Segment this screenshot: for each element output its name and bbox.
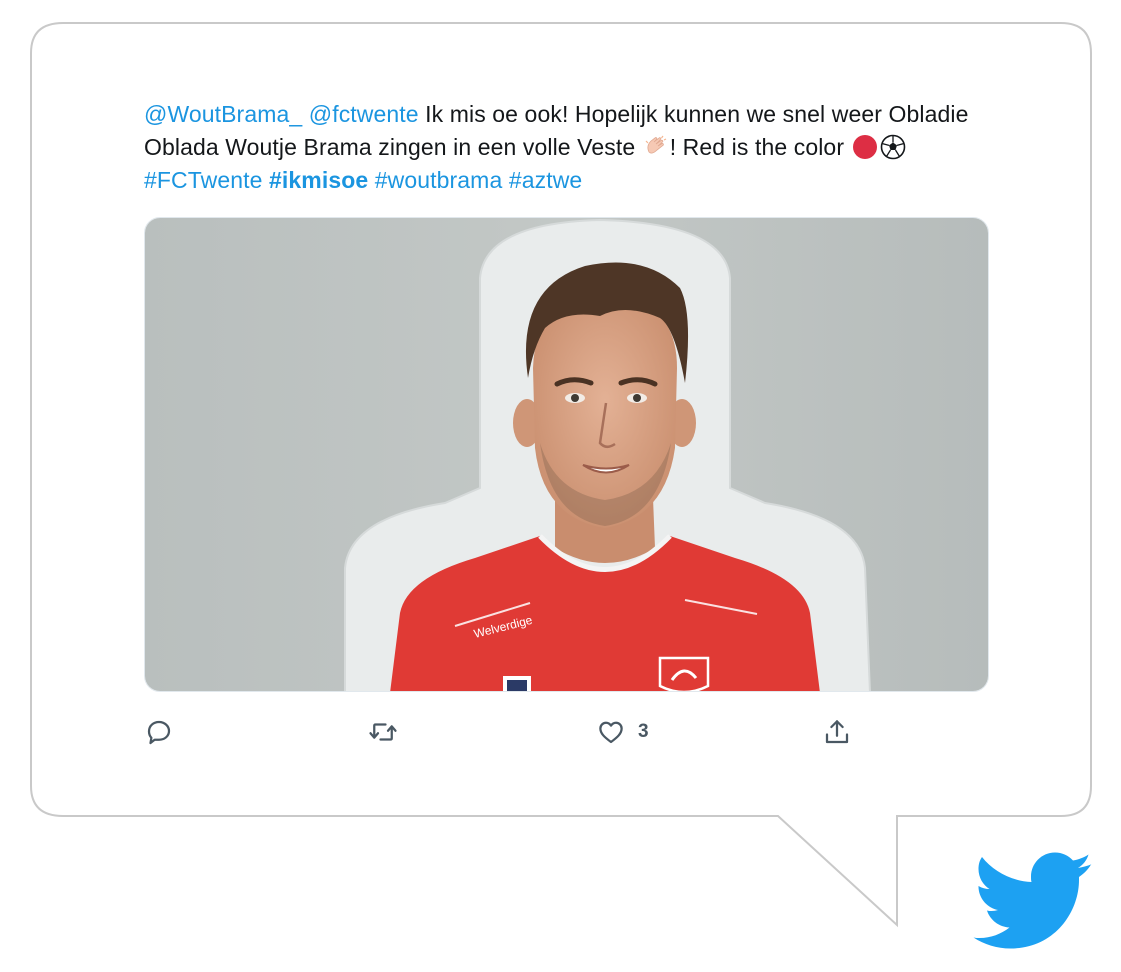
soccer-ball-icon — [880, 134, 905, 160]
mention-fctwente[interactable]: @fctwente — [309, 101, 419, 127]
tweet-action-bar: 3 — [144, 714, 864, 754]
tweet-photo[interactable]: Welverdige — [144, 217, 989, 692]
tweet-text-part2: ! Red is the color — [669, 134, 851, 160]
clapping-hands-icon — [645, 135, 666, 154]
hashtag-woutbrama[interactable]: #woutbrama — [375, 167, 503, 193]
hashtag-aztwe[interactable]: #aztwe — [509, 167, 582, 193]
red-circle-icon — [852, 135, 877, 159]
like-button[interactable]: 3 — [596, 714, 649, 750]
hashtag-ikmisoe[interactable]: #ikmisoe — [269, 167, 368, 193]
reply-button[interactable] — [144, 714, 174, 750]
like-count: 3 — [638, 721, 649, 742]
mention-woutbrama[interactable]: @WoutBrama_ — [144, 101, 302, 127]
retweet-button[interactable] — [368, 714, 398, 750]
tweet-text: @WoutBrama_ @fctwente Ik mis oe ook! Hop… — [144, 98, 974, 197]
twitter-bird-icon — [973, 852, 1092, 949]
speech-bubble-icon — [147, 720, 171, 745]
hashtag-fctwente[interactable]: #FCTwente — [144, 167, 263, 193]
heart-icon — [599, 721, 623, 744]
share-button[interactable] — [822, 714, 852, 750]
share-icon — [825, 720, 849, 744]
retweet-icon — [369, 723, 397, 741]
